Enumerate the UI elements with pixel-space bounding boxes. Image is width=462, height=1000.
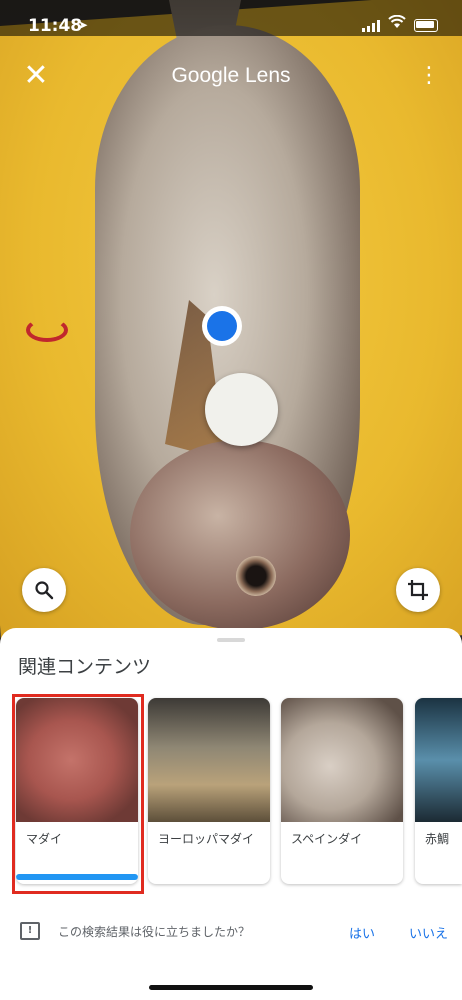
result-image bbox=[415, 698, 462, 822]
crop-icon bbox=[408, 580, 428, 600]
selection-highlight bbox=[12, 694, 144, 894]
location-icon: ➤ bbox=[78, 18, 89, 32]
crop-button[interactable] bbox=[396, 568, 440, 612]
focus-point[interactable] bbox=[202, 306, 242, 346]
search-icon bbox=[35, 581, 54, 600]
result-label: 赤鯛 bbox=[425, 832, 450, 846]
sheet-title: 関連コンテンツ bbox=[18, 656, 152, 678]
result-image bbox=[281, 698, 403, 822]
sheet-handle[interactable] bbox=[217, 638, 245, 642]
red-mark bbox=[26, 318, 68, 342]
result-card[interactable]: ヨーロッパマダイ bbox=[148, 698, 270, 884]
result-card[interactable]: スペインダイ bbox=[281, 698, 403, 884]
signal-icon bbox=[362, 20, 380, 32]
result-label: スペインダイ bbox=[291, 832, 363, 846]
fish-head bbox=[130, 440, 350, 630]
home-indicator[interactable] bbox=[149, 985, 313, 990]
page-title: Google Lens bbox=[171, 64, 291, 87]
search-button[interactable] bbox=[22, 568, 66, 612]
feedback-question: この検索結果は役に立ちましたか？ bbox=[58, 925, 251, 939]
fish-eye bbox=[236, 556, 276, 596]
feedback-yes-button[interactable]: はい bbox=[349, 923, 375, 942]
result-label: ヨーロッパマダイ bbox=[158, 832, 255, 846]
feedback-row: ! この検索結果は役に立ちましたか？ はい いいえ bbox=[0, 918, 462, 948]
wifi-icon bbox=[388, 14, 406, 33]
shutter-button[interactable] bbox=[205, 373, 278, 446]
result-card[interactable]: 赤鯛 bbox=[415, 698, 462, 884]
result-image bbox=[148, 698, 270, 822]
battery-icon bbox=[414, 19, 438, 32]
status-bar: 11:48 ➤ bbox=[0, 0, 462, 36]
status-time: 11:48 bbox=[28, 16, 83, 36]
more-vert-icon[interactable]: ⋮ bbox=[418, 62, 440, 90]
feedback-no-button[interactable]: いいえ bbox=[409, 923, 448, 942]
feedback-icon: ! bbox=[20, 922, 40, 940]
